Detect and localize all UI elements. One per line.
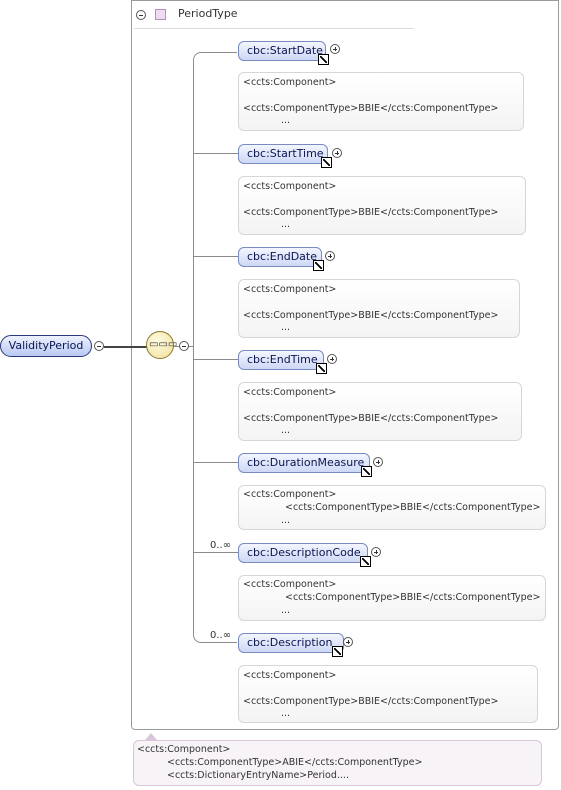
- annotation-end-time: <ccts:Component> <ccts:ComponentType>BBI…: [238, 382, 522, 441]
- annotation-start-time: <ccts:Component> <ccts:ComponentType>BBI…: [238, 176, 526, 235]
- element-label: cbc:DescriptionCode: [247, 546, 361, 559]
- collapse-root-icon[interactable]: [94, 341, 104, 351]
- element-description-code[interactable]: cbc:DescriptionCode: [238, 543, 368, 563]
- annotation-line: <ccts:ComponentType>BBIE</ccts:Component…: [243, 310, 499, 321]
- annotation-line: <ccts:Component>: [243, 181, 337, 192]
- root-element-label: ValidityPeriod: [8, 339, 84, 352]
- reference-arrow-icon: [361, 466, 372, 477]
- annotation-line: <ccts:Component>: [243, 387, 337, 398]
- occurrence-label: 0..∞: [210, 540, 232, 551]
- complex-type-icon: [155, 9, 166, 20]
- reference-arrow-icon: [321, 157, 332, 168]
- branch-line: [193, 256, 238, 257]
- annotation-line: <ccts:Component>: [243, 670, 337, 681]
- element-end-date[interactable]: cbc:EndDate: [238, 247, 322, 267]
- element-label: cbc:EndTime: [247, 353, 318, 366]
- annotation-line: <ccts:ComponentType>BBIE</ccts:Component…: [243, 413, 499, 424]
- reference-arrow-icon: [313, 260, 324, 271]
- annotation-description: <ccts:Component> <ccts:ComponentType>BBI…: [238, 665, 538, 723]
- trunk-top-curve: [193, 52, 237, 60]
- annotation-line: <ccts:Component>: [137, 744, 231, 755]
- annotation-ellipsis: ...: [281, 115, 291, 126]
- annotation-ellipsis: ...: [281, 605, 291, 616]
- sequence-trunk: [193, 60, 194, 636]
- branch-line: [193, 359, 238, 360]
- root-connector: [104, 346, 147, 348]
- element-description[interactable]: cbc:Description: [238, 633, 344, 653]
- annotation-line: <ccts:ComponentType>BBIE</ccts:Component…: [243, 696, 499, 707]
- frame-divider: [134, 28, 414, 29]
- annotation-line: <ccts:Component>: [243, 489, 337, 500]
- element-label: cbc:Description: [247, 636, 333, 649]
- annotation-start-date: <ccts:Component> <ccts:ComponentType>BBI…: [238, 72, 524, 131]
- element-end-time[interactable]: cbc:EndTime: [238, 350, 324, 370]
- reference-arrow-icon: [318, 54, 329, 65]
- annotation-ellipsis: ...: [281, 219, 291, 230]
- annotation-ellipsis: ...: [281, 425, 291, 436]
- collapse-type-icon[interactable]: [136, 10, 146, 20]
- expand-icon[interactable]: [330, 44, 340, 54]
- element-label: cbc:DurationMeasure: [247, 456, 365, 469]
- expand-icon[interactable]: [343, 637, 353, 647]
- annotation-ellipsis: ...: [281, 708, 291, 719]
- reference-arrow-icon: [316, 363, 327, 374]
- expand-icon[interactable]: [327, 354, 337, 364]
- reference-arrow-icon: [360, 556, 371, 567]
- element-label: cbc:EndDate: [247, 250, 317, 263]
- annotation-pointer: [145, 733, 157, 740]
- annotation-line: <ccts:Component>: [243, 77, 337, 88]
- collapse-sequence-icon[interactable]: [179, 341, 189, 351]
- root-element[interactable]: ValidityPeriod: [0, 335, 92, 357]
- type-title: PeriodType: [178, 7, 238, 20]
- annotation-line: <ccts:ComponentType>BBIE</ccts:Component…: [285, 502, 541, 513]
- annotation-line: <ccts:ComponentType>BBIE</ccts:Component…: [243, 103, 499, 114]
- element-duration-measure[interactable]: cbc:DurationMeasure: [238, 453, 370, 473]
- annotation-ellipsis: ...: [281, 515, 291, 526]
- element-label: cbc:StartDate: [247, 44, 323, 57]
- sequence-icon: ▭▭▭: [149, 339, 178, 350]
- expand-icon[interactable]: [325, 251, 335, 261]
- expand-icon[interactable]: [332, 148, 342, 158]
- annotation-description-code: <ccts:Component> <ccts:ComponentType>BBI…: [238, 575, 546, 621]
- annotation-end-date: <ccts:Component> <ccts:ComponentType>BBI…: [238, 279, 520, 338]
- annotation-line: <ccts:ComponentType>BBIE</ccts:Component…: [285, 592, 541, 603]
- element-label: cbc:StartTime: [247, 147, 324, 160]
- branch-line: [193, 552, 238, 553]
- element-start-time[interactable]: cbc:StartTime: [238, 144, 328, 164]
- occurrence-label: 0..∞: [210, 630, 232, 641]
- branch-line: [193, 153, 238, 154]
- annotation-ellipsis: ...: [281, 322, 291, 333]
- root-annotation: <ccts:Component> <ccts:ComponentType>ABI…: [133, 740, 542, 786]
- annotation-line: <ccts:DictionaryEntryName>Period....: [167, 770, 349, 781]
- branch-line: [193, 462, 238, 463]
- element-start-date[interactable]: cbc:StartDate: [238, 41, 326, 61]
- annotation-duration-measure: <ccts:Component> <ccts:ComponentType>BBI…: [238, 485, 546, 530]
- expand-icon[interactable]: [373, 457, 383, 467]
- annotation-line: <ccts:ComponentType>ABIE</ccts:Component…: [167, 757, 423, 768]
- annotation-line: <ccts:ComponentType>BBIE</ccts:Component…: [243, 207, 499, 218]
- annotation-line: <ccts:Component>: [243, 284, 337, 295]
- expand-icon[interactable]: [371, 547, 381, 557]
- sequence-connector-left: [174, 346, 179, 347]
- reference-arrow-icon: [332, 646, 343, 657]
- annotation-line: <ccts:Component>: [243, 579, 337, 590]
